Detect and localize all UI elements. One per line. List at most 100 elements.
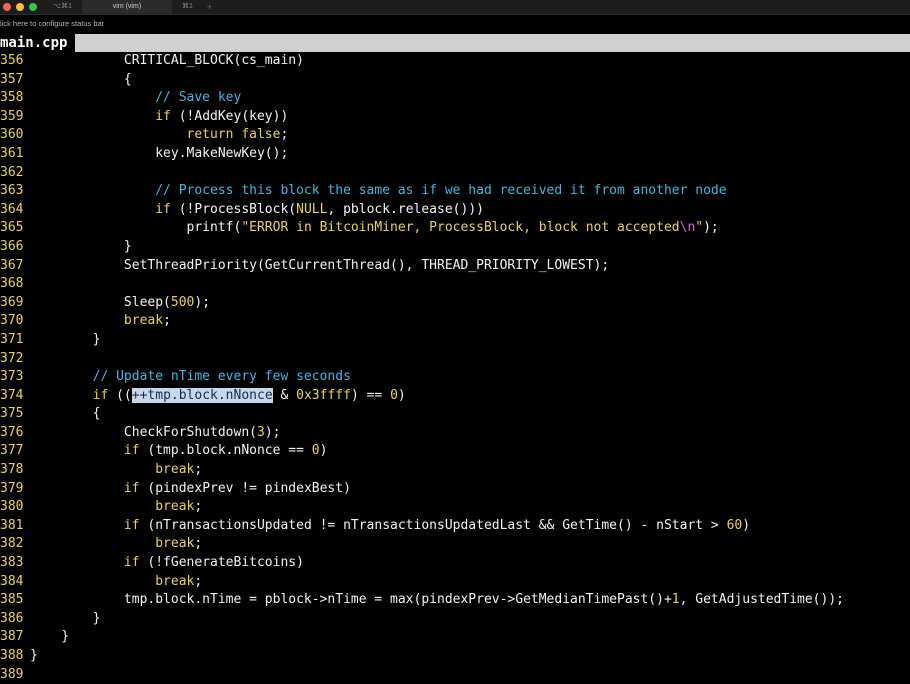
code-text: if ((++tmp.block.nNonce & 0x3ffff) == 0) — [30, 387, 406, 406]
code-token: key.MakeNewKey(); — [30, 145, 289, 161]
code-token: & — [272, 387, 297, 403]
code-token: NULL — [296, 201, 328, 217]
window-controls — [3, 3, 37, 11]
code-token: // Save key — [30, 90, 242, 106]
file-name[interactable]: main.cpp — [0, 34, 76, 52]
code-text: break; — [30, 312, 171, 331]
code-token: CheckForShutdown( — [30, 424, 257, 440]
code-text: Sleep(500); — [30, 294, 210, 313]
zoom-window-button[interactable] — [29, 3, 37, 11]
code-text: if (!AddKey(key)) — [30, 108, 288, 127]
code-line[interactable]: 356 CRITICAL_BLOCK(cs_main) — [0, 52, 910, 71]
code-line[interactable]: 387 } — [0, 628, 910, 647]
code-text: break; — [30, 573, 202, 592]
code-line[interactable]: 362 — [0, 164, 910, 183]
line-number: 370 — [0, 313, 24, 329]
code-line[interactable]: 384 break; — [0, 573, 910, 592]
code-line[interactable]: 381 if (nTransactionsUpdated != nTransac… — [0, 517, 910, 536]
code-line[interactable]: 360 return false; — [0, 126, 910, 145]
code-token: SetThreadPriority(GetCurrentThread(), TH… — [30, 257, 610, 273]
line-number: 374 — [0, 387, 24, 403]
code-token: (( — [108, 387, 132, 403]
line-number: 357 — [0, 71, 24, 87]
line-number: 384 — [0, 573, 24, 589]
code-line[interactable]: 358 // Save key — [0, 89, 910, 108]
tab-shortcut-2[interactable]: ⌘1 — [172, 0, 203, 14]
code-token: 1 — [671, 592, 680, 608]
code-line[interactable]: 374 if ((++tmp.block.nNonce & 0x3ffff) =… — [0, 387, 910, 406]
code-line[interactable]: 364 if (!ProcessBlock(NULL, pblock.relea… — [0, 201, 910, 220]
line-number: 362 — [0, 164, 24, 180]
code-line[interactable]: 359 if (!AddKey(key)) — [0, 108, 910, 127]
new-tab-button[interactable]: + — [203, 0, 216, 14]
tab-shortcut[interactable]: ⌥⌘1 — [43, 0, 82, 14]
code-token: return false — [30, 127, 281, 143]
minimize-window-button[interactable] — [16, 3, 24, 11]
code-text: } — [30, 610, 101, 629]
code-token: 500 — [170, 294, 195, 310]
code-token: ; — [194, 462, 203, 478]
code-token: , pblock.release())) — [327, 201, 484, 217]
code-token: ) == — [350, 387, 391, 403]
line-number: 366 — [0, 238, 24, 254]
code-line[interactable]: 385 tmp.block.nTime = pblock->nTime = ma… — [0, 591, 910, 610]
file-tabline: main.cpp — [0, 34, 910, 52]
close-window-button[interactable] — [3, 3, 11, 11]
line-number: 382 — [0, 536, 24, 552]
code-text: tmp.block.nTime = pblock->nTime = max(pi… — [30, 591, 844, 610]
code-line[interactable]: 378 break; — [0, 461, 910, 480]
line-number: 363 — [0, 183, 24, 199]
code-text: { — [30, 71, 132, 90]
code-line[interactable]: 370 break; — [0, 312, 910, 331]
code-line[interactable]: 380 break; — [0, 498, 910, 517]
code-line[interactable]: 375 { — [0, 405, 910, 424]
code-line[interactable]: 363 // Process this block the same as if… — [0, 182, 910, 201]
code-token: break — [30, 536, 195, 552]
code-text: // Update nTime every few seconds — [30, 368, 351, 387]
code-line[interactable]: 373 // Update nTime every few seconds — [0, 368, 910, 387]
code-editor[interactable]: 356 CRITICAL_BLOCK(cs_main) 357 {358 // S… — [0, 52, 910, 684]
code-line[interactable]: 368 — [0, 275, 910, 294]
code-line[interactable]: 377 if (tmp.block.nNonce == 0) — [0, 442, 910, 461]
tab-vim[interactable]: vim (vim) — [81, 0, 172, 14]
code-line[interactable]: 371 } — [0, 331, 910, 350]
code-line[interactable]: 365 printf("ERROR in BitcoinMiner, Proce… — [0, 219, 910, 238]
code-token: ) — [397, 387, 406, 403]
code-line[interactable]: 382 break; — [0, 535, 910, 554]
code-token: CRITICAL_BLOCK(cs_main) — [30, 53, 304, 68]
code-line[interactable]: 388} — [0, 647, 910, 666]
code-token: ); — [264, 424, 281, 440]
code-line[interactable]: 366 } — [0, 238, 910, 257]
code-line[interactable]: 379 if (pindexPrev != pindexBest) — [0, 480, 910, 499]
code-token: break — [30, 499, 195, 515]
code-text: break; — [30, 535, 202, 554]
code-line[interactable]: 386 } — [0, 610, 910, 629]
code-token: break — [30, 573, 195, 589]
window-titlebar: ⌥⌘1 vim (vim) ⌘1 + — [0, 0, 910, 15]
code-line[interactable]: 367 SetThreadPriority(GetCurrentThread()… — [0, 257, 910, 276]
code-token: ; — [194, 573, 203, 589]
code-text: // Save key — [30, 89, 241, 108]
code-token: if — [30, 517, 140, 533]
line-number: 360 — [0, 127, 24, 143]
code-text: if (!fGenerateBitcoins) — [30, 554, 304, 573]
line-number: 372 — [0, 350, 24, 366]
selected-text: ++tmp.block.nNonce — [131, 387, 273, 403]
code-line[interactable]: 389 — [0, 666, 910, 684]
code-line[interactable]: 357 { — [0, 71, 910, 90]
code-token: ) — [742, 517, 751, 533]
code-token: if — [30, 443, 140, 459]
line-number: 359 — [0, 108, 24, 124]
line-number: 364 — [0, 201, 24, 217]
code-line[interactable]: 383 if (!fGenerateBitcoins) — [0, 554, 910, 573]
code-line[interactable]: 372 — [0, 350, 910, 369]
code-line[interactable]: 369 Sleep(500); — [0, 294, 910, 313]
line-number: 361 — [0, 145, 24, 161]
code-token: if — [30, 480, 140, 496]
code-text: } — [30, 628, 69, 647]
code-token: \n — [679, 220, 696, 236]
code-line[interactable]: 361 key.MakeNewKey(); — [0, 145, 910, 164]
code-line[interactable]: 376 CheckForShutdown(3); — [0, 424, 910, 443]
code-token: } — [30, 648, 38, 663]
status-bar[interactable]: lick here to configure status bar — [0, 16, 910, 32]
